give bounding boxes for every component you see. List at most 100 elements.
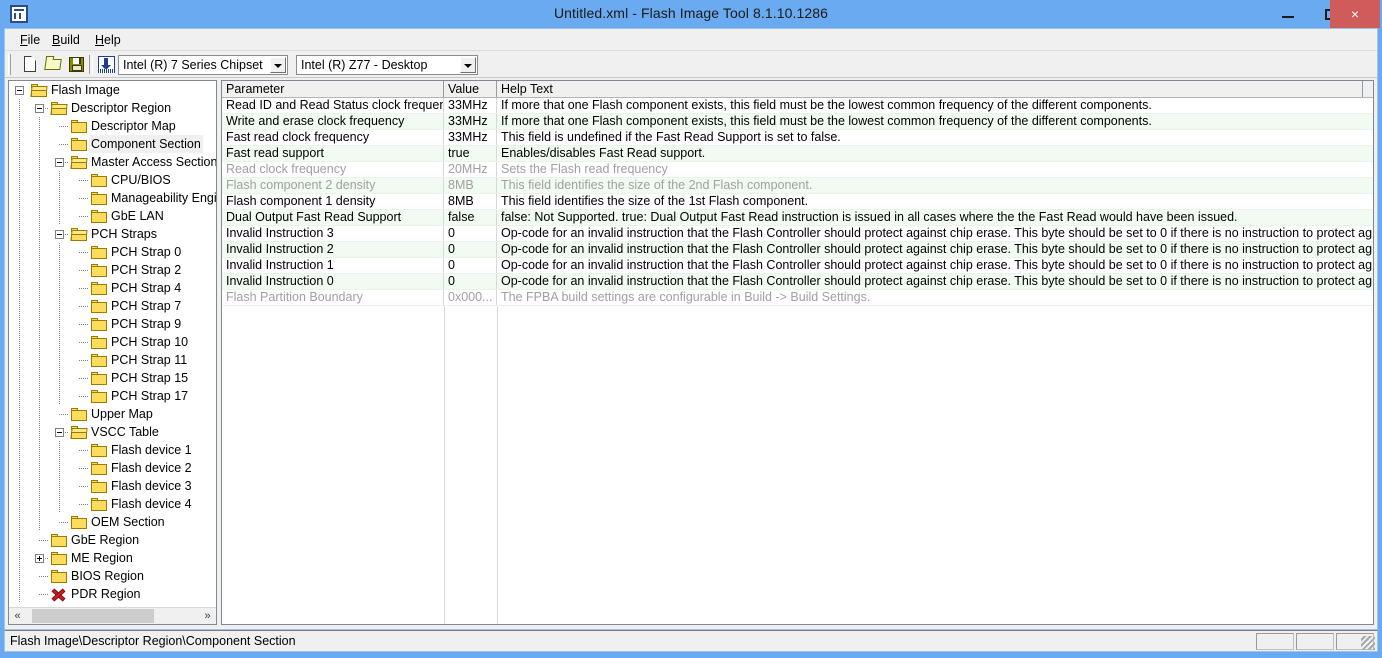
- cell-value[interactable]: 33MHz: [444, 130, 497, 145]
- tree-item-cpu-bios[interactable]: CPU/BIOS: [9, 171, 216, 189]
- tree-item-descriptor-map[interactable]: Descriptor Map: [9, 117, 216, 135]
- build-image-button[interactable]: [95, 54, 117, 75]
- collapse-node-icon[interactable]: [15, 86, 24, 95]
- expand-node-icon[interactable]: [35, 554, 44, 563]
- minimize-button[interactable]: [1266, 0, 1310, 28]
- open-file-button[interactable]: [42, 54, 64, 75]
- cell-help-text: false: Not Supported. true: Dual Output …: [501, 210, 1238, 224]
- table-row[interactable]: Flash component 2 density 8MB This field i…: [222, 178, 1373, 194]
- cell-value[interactable]: 8MB: [444, 194, 497, 209]
- tree-item-flash-device-3[interactable]: Flash device 3: [9, 477, 216, 495]
- tree-connector: [79, 270, 89, 271]
- table-row[interactable]: Read clock frequency 20MHz Sets the Flash …: [222, 162, 1373, 178]
- cell-parameter: Write and erase clock frequency: [222, 114, 444, 129]
- tree-guide-line: [39, 279, 40, 297]
- cell-value[interactable]: 20MHz: [444, 162, 497, 177]
- column-header-help-text[interactable]: Help Text: [497, 81, 1363, 97]
- scrollbar-thumb[interactable]: [32, 609, 154, 623]
- table-row[interactable]: Invalid Instruction 3 0 Op-code for an inv…: [222, 226, 1373, 242]
- table-row[interactable]: Invalid Instruction 2 0 Op-code for an inv…: [222, 242, 1373, 258]
- folder-closed-icon: [91, 300, 107, 313]
- resize-grip[interactable]: [1361, 636, 1375, 650]
- tree-item-flash-device-1[interactable]: Flash device 1: [9, 441, 216, 459]
- tree-item-gbe-region[interactable]: GbE Region: [9, 531, 216, 549]
- tree-item-pch-strap-7[interactable]: PCH Strap 7: [9, 297, 216, 315]
- folder-closed-icon: [91, 390, 107, 403]
- scroll-left-icon[interactable]: «: [9, 608, 26, 624]
- close-button[interactable]: ×: [1330, 0, 1380, 28]
- table-row[interactable]: Fast read support true Enables/disables Fa…: [222, 146, 1373, 162]
- tree-item-pch-strap-15[interactable]: PCH Strap 15: [9, 369, 216, 387]
- tree-item-upper-map[interactable]: Upper Map: [9, 405, 216, 423]
- cell-value[interactable]: 0: [444, 226, 497, 241]
- tree-item-pch-strap-9[interactable]: PCH Strap 9: [9, 315, 216, 333]
- tree-item-pch-strap-17[interactable]: PCH Strap 17: [9, 387, 216, 405]
- table-row[interactable]: Fast read clock frequency 33MHz This field…: [222, 130, 1373, 146]
- cell-value[interactable]: 33MHz: [444, 114, 497, 129]
- cell-value[interactable]: 0: [444, 258, 497, 273]
- tree-item-vscc-table[interactable]: VSCC Table: [9, 423, 216, 441]
- chevron-down-icon[interactable]: [460, 57, 476, 73]
- tree-item-me-region[interactable]: ME Region: [9, 549, 216, 567]
- tree-item-gbe-lan[interactable]: GbE LAN: [9, 207, 216, 225]
- tree-guide-line: [39, 243, 40, 261]
- tree-item-master-access-section[interactable]: Master Access Section: [9, 153, 216, 171]
- close-icon: ×: [1350, 6, 1360, 22]
- new-file-button[interactable]: [19, 54, 41, 75]
- tree-item-flash-device-4[interactable]: Flash device 4: [9, 495, 216, 513]
- collapse-node-icon[interactable]: [55, 158, 64, 167]
- collapse-node-icon[interactable]: [55, 230, 64, 239]
- menu-file[interactable]: File: [15, 32, 45, 49]
- tree-item-label: Upper Map: [91, 407, 153, 421]
- tree-item-pdr-region[interactable]: PDR Region: [9, 585, 216, 603]
- cell-value[interactable]: 0: [444, 274, 497, 289]
- scroll-right-icon[interactable]: »: [199, 608, 216, 624]
- menu-build[interactable]: Build: [47, 32, 85, 49]
- tree-connector: [79, 198, 89, 199]
- tree-item-label: PCH Strap 0: [111, 245, 182, 259]
- cell-value[interactable]: 0: [444, 242, 497, 257]
- tree-item-oem-section[interactable]: OEM Section: [9, 513, 216, 531]
- chipset-combo[interactable]: Intel (R) 7 Series Chipset: [118, 55, 288, 75]
- tree-item-manageability-engin[interactable]: Manageability Engin: [9, 189, 216, 207]
- table-row[interactable]: Write and erase clock frequency 33MHz If m…: [222, 114, 1373, 130]
- table-row[interactable]: Dual Output Fast Read Support false false:…: [222, 210, 1373, 226]
- cell-value[interactable]: 8MB: [444, 178, 497, 193]
- toolbar-grip[interactable]: [8, 54, 11, 75]
- save-file-button[interactable]: [65, 54, 87, 75]
- table-row[interactable]: Flash Partition Boundary 0x000... The FPBA…: [222, 290, 1373, 306]
- cell-parameter: Dual Output Fast Read Support: [222, 210, 444, 225]
- tree-item-pch-strap-10[interactable]: PCH Strap 10: [9, 333, 216, 351]
- tree-item-descriptor-region[interactable]: Descriptor Region: [9, 99, 216, 117]
- table-row[interactable]: Read ID and Read Status clock frequency 3…: [222, 98, 1373, 114]
- tree-item-component-section[interactable]: Component Section: [9, 135, 216, 153]
- cell-value[interactable]: false: [444, 210, 497, 225]
- tree-item-flash-device-2[interactable]: Flash device 2: [9, 459, 216, 477]
- cell-value[interactable]: true: [444, 146, 497, 161]
- tree-guide-line: [19, 153, 20, 171]
- collapse-node-icon[interactable]: [55, 428, 64, 437]
- sku-combo[interactable]: Intel (R) Z77 - Desktop: [296, 55, 478, 75]
- tree-item-pch-strap-4[interactable]: PCH Strap 4: [9, 279, 216, 297]
- tree-item-pch-straps[interactable]: PCH Straps: [9, 225, 216, 243]
- tree-item-flash-image[interactable]: Flash Image: [9, 81, 216, 99]
- menu-help[interactable]: Help: [90, 32, 126, 49]
- table-row[interactable]: Flash component 1 density 8MB This field i…: [222, 194, 1373, 210]
- tree-item-label: ME Region: [71, 551, 133, 565]
- column-header-parameter[interactable]: Parameter: [222, 81, 444, 97]
- tree-item-pch-strap-0[interactable]: PCH Strap 0: [9, 243, 216, 261]
- cell-value[interactable]: 0x000...: [444, 290, 497, 305]
- cell-value[interactable]: 33MHz: [444, 98, 497, 113]
- cell-parameter: Invalid Instruction 3: [222, 226, 444, 241]
- floppy-disk-save-icon: [69, 57, 84, 72]
- tree-horizontal-scrollbar[interactable]: « »: [9, 607, 216, 624]
- table-row[interactable]: Invalid Instruction 0 0 Op-code for an inv…: [222, 274, 1373, 290]
- collapse-node-icon[interactable]: [35, 104, 44, 113]
- tree-item-pch-strap-2[interactable]: PCH Strap 2: [9, 261, 216, 279]
- tree-item-pch-strap-11[interactable]: PCH Strap 11: [9, 351, 216, 369]
- chevron-down-icon[interactable]: [270, 57, 286, 73]
- table-row[interactable]: Invalid Instruction 1 0 Op-code for an inv…: [222, 258, 1373, 274]
- tree-item-label: PDR Region: [71, 587, 141, 601]
- column-header-value[interactable]: Value: [444, 81, 497, 97]
- tree-item-bios-region[interactable]: BIOS Region: [9, 567, 216, 585]
